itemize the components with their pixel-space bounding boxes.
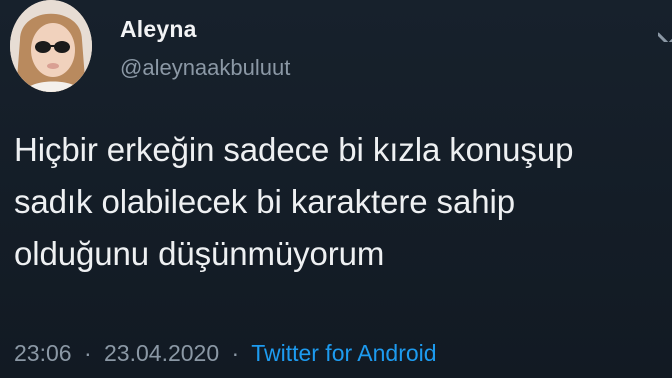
avatar[interactable]	[10, 0, 92, 92]
user-handle[interactable]: @aleynaakbuluut	[120, 55, 290, 81]
display-name[interactable]: Aleyna	[120, 16, 197, 43]
tweet-text-line: sadık olabilecek bi karaktere sahip	[14, 183, 515, 220]
tweet-text: Hiçbir erkeğin sadece bi kızla konuşup s…	[14, 124, 654, 280]
chevron-down-icon[interactable]	[658, 22, 672, 42]
tweet-text-line: Hiçbir erkeğin sadece bi kızla konuşup	[14, 131, 574, 168]
meta-separator: ·	[231, 340, 240, 366]
tweet-time[interactable]: 23:06	[14, 340, 72, 366]
tweet-text-line: olduğunu düşünmüyorum	[14, 235, 385, 272]
tweet-card: Aleyna @aleynaakbuluut Hiçbir erkeğin sa…	[0, 0, 672, 378]
meta-separator: ·	[83, 340, 92, 366]
tweet-date[interactable]: 23.04.2020	[104, 340, 219, 366]
tweet-metadata: 23:06 · 23.04.2020 · Twitter for Android	[14, 340, 437, 367]
tweet-source-link[interactable]: Twitter for Android	[251, 340, 436, 366]
avatar-image	[10, 0, 92, 92]
